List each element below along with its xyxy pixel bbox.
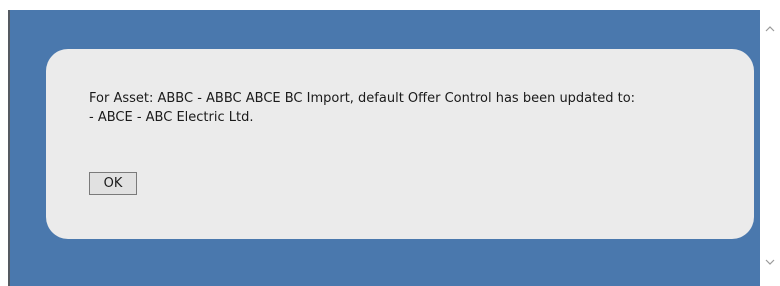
chevron-down-icon[interactable] <box>765 257 775 267</box>
ok-button[interactable]: OK <box>89 172 137 195</box>
modal-backdrop: For Asset: ABBC - ABBC ABCE BC Import, d… <box>10 10 760 286</box>
dialog-message: For Asset: ABBC - ABBC ABCE BC Import, d… <box>89 89 635 127</box>
dialog-message-line-2: - ABCE - ABC Electric Ltd. <box>89 110 254 125</box>
vertical-scrollbar[interactable] <box>760 10 780 286</box>
chevron-up-icon[interactable] <box>765 24 775 34</box>
window-left-border <box>0 10 10 286</box>
notification-dialog: For Asset: ABBC - ABBC ABCE BC Import, d… <box>46 49 754 239</box>
window: For Asset: ABBC - ABBC ABCE BC Import, d… <box>0 0 780 286</box>
dialog-message-line-1: For Asset: ABBC - ABBC ABCE BC Import, d… <box>89 91 636 106</box>
